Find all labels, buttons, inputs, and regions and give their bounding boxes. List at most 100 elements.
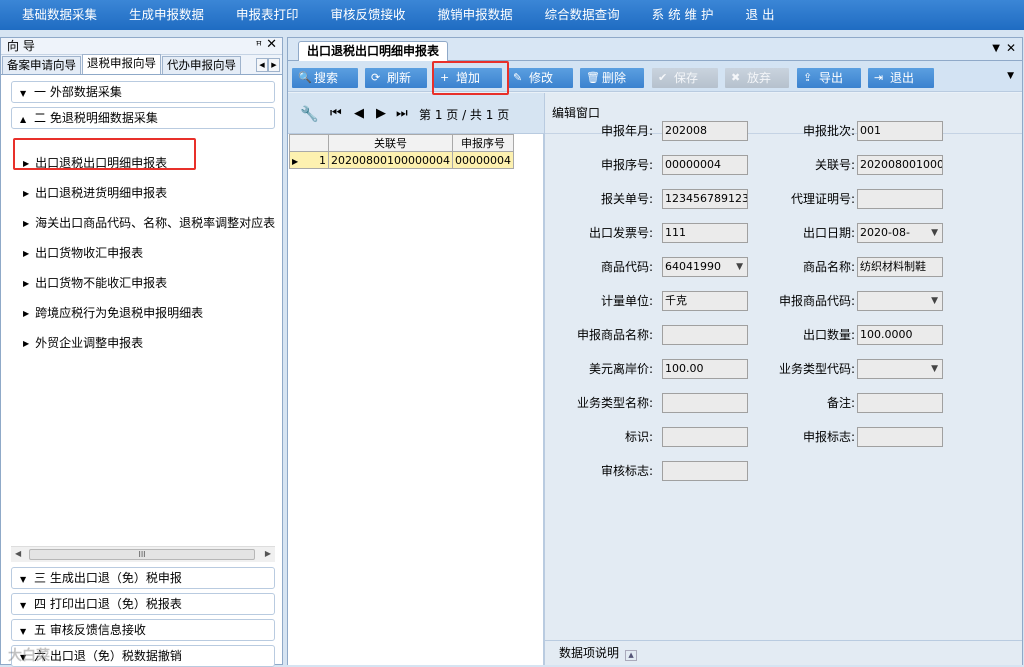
prev-page-icon[interactable]: ◀ bbox=[354, 106, 364, 121]
expand-triangle-icon[interactable]: ▶ bbox=[23, 189, 29, 198]
exit-button-label: 退出 bbox=[890, 71, 915, 85]
field-input-7[interactable]: 2020-08- ▼ bbox=[857, 223, 943, 243]
discard-button[interactable]: ✖ 放弃 bbox=[725, 68, 789, 88]
exit-button[interactable]: ⇥ 退出 bbox=[868, 68, 934, 88]
field-input-0[interactable]: 202008 bbox=[662, 121, 748, 141]
group-bottom-3[interactable]: ▼ 六 出口退（免）税数据撤销 bbox=[11, 645, 275, 667]
field-input-20[interactable] bbox=[662, 461, 748, 481]
field-input-2[interactable]: 00000004 bbox=[662, 155, 748, 175]
horizontal-scrollbar[interactable]: ◀ III ▶ bbox=[11, 546, 275, 562]
main-menu-bar: 基础数据采集 生成申报数据 申报表打印 审核反馈接收 撤销申报数据 综合数据查询系 统 维… bbox=[0, 0, 1024, 30]
menu-item-5[interactable]: 综合数据查询 bbox=[523, 0, 620, 30]
scrollbar-thumb[interactable]: III bbox=[29, 549, 255, 560]
expand-up-icon[interactable]: ▲ bbox=[625, 650, 638, 661]
pin-icon[interactable]: ꟸ bbox=[256, 38, 262, 54]
tab-wizard-2[interactable]: 代办申报向导 bbox=[162, 56, 241, 74]
group-arrow-icon[interactable]: ▼ bbox=[20, 570, 34, 590]
chevron-right-icon[interactable]: ▶ bbox=[268, 58, 280, 72]
discard-button-label: 放弃 bbox=[747, 71, 772, 85]
field-input-6[interactable]: 111 bbox=[662, 223, 748, 243]
group-bottom-0[interactable]: ▼ 三 生成出口退（免）税申报 bbox=[11, 567, 275, 589]
field-input-19[interactable] bbox=[857, 427, 943, 447]
table-cell[interactable]: 00000004 bbox=[451, 151, 514, 169]
next-page-icon[interactable]: ▶ bbox=[376, 106, 386, 121]
table-cell[interactable]: 20200800100000004 bbox=[328, 151, 453, 169]
tab-wizard-1[interactable]: 退税申报向导 bbox=[82, 54, 161, 74]
tree-item-2[interactable]: ▶ 海关出口商品代码、名称、退税率调整对应表 bbox=[23, 215, 275, 233]
field-input-10[interactable]: 千克 bbox=[662, 291, 748, 311]
scroll-right-icon[interactable]: ▶ bbox=[265, 549, 271, 558]
chevron-left-icon[interactable]: ◀ bbox=[256, 58, 268, 72]
field-input-9[interactable]: 纺织材料制鞋 bbox=[857, 257, 943, 277]
chevron-down-icon[interactable]: ▼ bbox=[931, 224, 938, 242]
expand-triangle-icon[interactable]: ▶ bbox=[23, 309, 29, 318]
expand-triangle-icon[interactable]: ▶ bbox=[23, 219, 29, 228]
last-page-icon[interactable]: ⏭ bbox=[396, 106, 408, 121]
chevron-down-icon[interactable]: ▼ bbox=[931, 292, 938, 310]
field-input-4[interactable]: 1234567891234 bbox=[662, 189, 748, 209]
group-arrow-icon[interactable]: ▼ bbox=[20, 596, 34, 616]
first-page-icon[interactable]: ⏮ bbox=[330, 106, 342, 121]
expand-triangle-icon[interactable]: ▶ bbox=[23, 249, 29, 258]
chevron-down-icon[interactable]: ▼ bbox=[736, 258, 743, 276]
save-button[interactable]: ✔ 保存 bbox=[652, 68, 718, 88]
group-bottom-2[interactable]: ▼ 五 审核反馈信息接收 bbox=[11, 619, 275, 641]
field-input-5[interactable] bbox=[857, 189, 943, 209]
menu-item-4[interactable]: 撤销申报数据 bbox=[416, 0, 513, 30]
tab-scroll-arrows[interactable]: ◀ ▶ bbox=[256, 58, 280, 72]
field-input-16[interactable] bbox=[662, 393, 748, 413]
tab-wizard-0[interactable]: 备案申请向导 bbox=[2, 56, 81, 74]
group-arrow-icon[interactable]: ▼ bbox=[20, 622, 34, 642]
export-button[interactable]: ⇪ 导出 bbox=[797, 68, 861, 88]
row-indicator[interactable]: ▶ 1 bbox=[289, 151, 329, 169]
chevron-down-icon[interactable]: ▼ bbox=[931, 360, 938, 378]
scroll-left-icon[interactable]: ◀ bbox=[15, 549, 21, 558]
refresh-button[interactable]: ⟳ 刷新 bbox=[365, 68, 427, 88]
search-button[interactable]: 🔍 搜索 bbox=[292, 68, 358, 88]
toolbar-overflow-icon[interactable]: ▼ bbox=[1007, 71, 1014, 81]
menu-item-0[interactable]: 基础数据采集 bbox=[0, 0, 97, 30]
tree-item-3[interactable]: ▶ 出口货物收汇申报表 bbox=[23, 245, 143, 263]
menu-item-1[interactable]: 生成申报数据 bbox=[107, 0, 204, 30]
field-input-12[interactable] bbox=[662, 325, 748, 345]
delete-button[interactable]: 🗑 删除 bbox=[580, 68, 644, 88]
field-input-1[interactable]: 001 bbox=[857, 121, 943, 141]
group-top-1[interactable]: ▲ 二 免退税明细数据采集 bbox=[11, 107, 275, 129]
edit-window: 编辑窗口 数据项说明 ▲ 申报年月: 202008 申报批次: 001 申报序号: 0000… bbox=[545, 93, 1022, 665]
tree-item-5[interactable]: ▶ 跨境应税行为免退税申报明细表 bbox=[23, 305, 203, 323]
group-arrow-icon[interactable]: ▲ bbox=[20, 110, 34, 130]
tree-item-6[interactable]: ▶ 外贸企业调整申报表 bbox=[23, 335, 143, 353]
group-arrow-icon[interactable]: ▼ bbox=[20, 84, 34, 104]
table-row[interactable]: ▶ 1 20200800100000004 00000004 bbox=[289, 151, 514, 169]
menu-item-3[interactable]: 审核反馈接收 bbox=[309, 0, 406, 30]
close-tab-icon[interactable]: ✕ bbox=[1006, 41, 1016, 55]
field-input-3[interactable]: 2020080010000 bbox=[857, 155, 943, 175]
field-input-14[interactable]: 100.00 bbox=[662, 359, 748, 379]
field-input-8[interactable]: 64041990 ▼ bbox=[662, 257, 748, 277]
field-input-11[interactable]: ▼ bbox=[857, 291, 943, 311]
expand-triangle-icon[interactable]: ▶ bbox=[23, 339, 29, 348]
field-input-15[interactable]: ▼ bbox=[857, 359, 943, 379]
close-icon[interactable]: ✕ bbox=[266, 37, 277, 53]
field-value: 00000004 bbox=[665, 158, 721, 171]
menu-item-6[interactable]: 系 统 维 护 bbox=[630, 0, 714, 30]
tab-export-detail[interactable]: 出口退税出口明细申报表 bbox=[298, 41, 449, 61]
discard-icon: ✖ bbox=[731, 71, 741, 84]
wizard-panel: 向 导 ꟸ ✕ 备案申请向导 退税申报向导 代办申报向导 ◀ ▶ ▶ 出口退税出口明细申报… bbox=[0, 37, 283, 667]
expand-triangle-icon[interactable]: ▶ bbox=[23, 279, 29, 288]
group-bottom-1[interactable]: ▼ 四 打印出口退（免）税报表 bbox=[11, 593, 275, 615]
menu-item-2[interactable]: 申报表打印 bbox=[214, 0, 299, 30]
menu-item-7[interactable]: 退 出 bbox=[724, 0, 775, 30]
tab-list-icon[interactable]: ▼ bbox=[992, 43, 1000, 54]
field-input-18[interactable] bbox=[662, 427, 748, 447]
grid-column-header[interactable]: 申报序号 bbox=[451, 134, 514, 152]
wrench-icon[interactable]: 🔧 bbox=[300, 105, 319, 123]
group-top-0[interactable]: ▼ 一 外部数据采集 bbox=[11, 81, 275, 103]
tree-item-4[interactable]: ▶ 出口货物不能收汇申报表 bbox=[23, 275, 167, 293]
field-value: 001 bbox=[860, 124, 881, 137]
tree-item-1[interactable]: ▶ 出口退税进货明细申报表 bbox=[23, 185, 167, 203]
field-input-13[interactable]: 100.0000 bbox=[857, 325, 943, 345]
field-input-17[interactable] bbox=[857, 393, 943, 413]
grid-column-header[interactable]: 关联号 bbox=[328, 134, 453, 152]
edit-button[interactable]: ✎ 修改 bbox=[507, 68, 573, 88]
